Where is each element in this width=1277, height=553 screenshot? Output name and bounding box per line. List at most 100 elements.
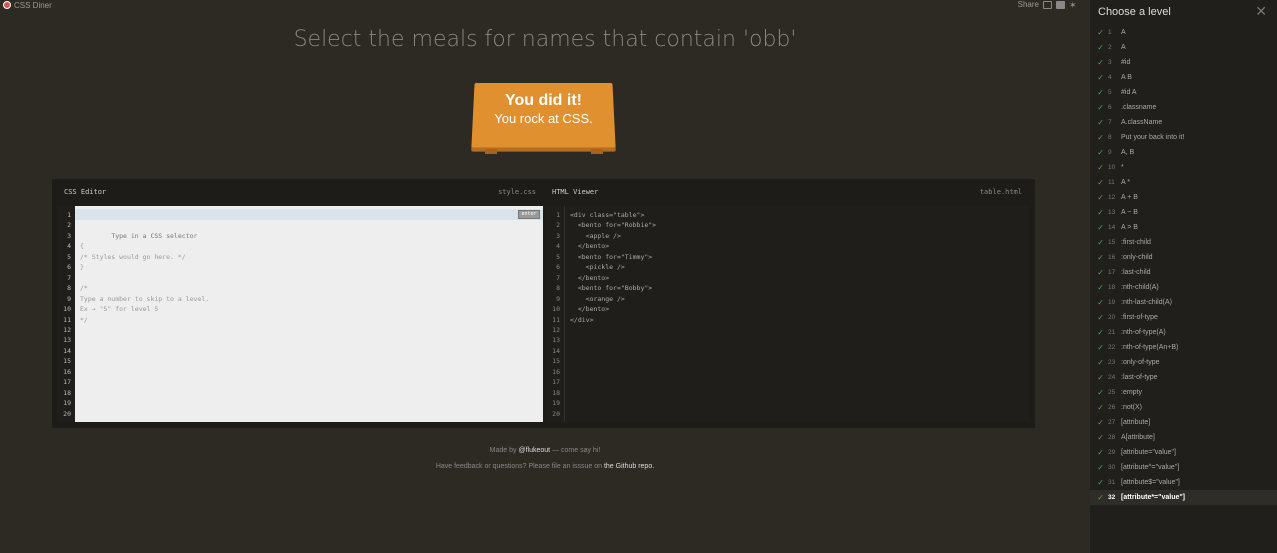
level-item[interactable]: ✓ 1 A xyxy=(1090,25,1277,40)
level-number: 5 xyxy=(1108,89,1112,96)
table-leg-right xyxy=(591,149,603,154)
level-name: A + B xyxy=(1121,194,1138,201)
level-item[interactable]: ✓ 21:nth-of-type(A) xyxy=(1090,325,1277,340)
enter-button[interactable]: enter xyxy=(518,210,540,219)
logo-icon xyxy=(3,1,11,9)
level-name: :last-child xyxy=(1121,269,1151,276)
check-icon: ✓ xyxy=(1097,73,1104,82)
level-number: 4 xyxy=(1108,74,1112,81)
check-icon: ✓ xyxy=(1097,193,1104,202)
level-number: 13 xyxy=(1108,209,1116,216)
logo[interactable]: CSS Diner xyxy=(3,0,52,10)
level-name: :first-child xyxy=(1121,239,1151,246)
level-item[interactable]: ✓ 7 A.className xyxy=(1090,115,1277,130)
level-item[interactable]: ✓ 5 #id A xyxy=(1090,85,1277,100)
check-icon: ✓ xyxy=(1097,43,1104,52)
level-item[interactable]: ✓ 4 A B xyxy=(1090,70,1277,85)
level-item[interactable]: ✓ 24:last-of-type xyxy=(1090,370,1277,385)
level-item[interactable]: ✓ 14 A > B xyxy=(1090,220,1277,235)
twitter-icon[interactable]: ✶ xyxy=(1069,0,1078,9)
level-item[interactable]: ✓ 29 [attribute="value"] xyxy=(1090,445,1277,460)
sidebar-title: Choose a level xyxy=(1098,6,1171,18)
level-sidebar: Choose a level ✕ ✓ 1 A ✓ 2 A ✓ 3 #id ✓ 4 A B ✓ 5 #id A… xyxy=(1090,0,1277,553)
level-item[interactable]: ✓ 26:not(X) xyxy=(1090,400,1277,415)
html-code-text[interactable]: <div class="table"> <bento for="Robbie">… xyxy=(565,206,1029,422)
css-editor-title: CSS Editor xyxy=(64,188,107,196)
level-name: [attribute^="value"] xyxy=(1121,464,1180,471)
level-item[interactable]: ✓ 10 * xyxy=(1090,160,1277,175)
check-icon: ✓ xyxy=(1097,28,1104,37)
level-item[interactable]: ✓ 6 .classname xyxy=(1090,100,1277,115)
check-icon: ✓ xyxy=(1097,133,1104,142)
level-name: * xyxy=(1121,164,1124,171)
table-leg-left xyxy=(485,149,497,154)
check-icon: ✓ xyxy=(1097,463,1104,472)
level-number: 23 xyxy=(1108,359,1116,366)
level-number: 31 xyxy=(1108,479,1116,486)
level-item[interactable]: ✓ 15:first-child xyxy=(1090,235,1277,250)
share-bar: Share ✶ xyxy=(1018,0,1078,9)
level-name: A ~ B xyxy=(1121,209,1138,216)
level-item[interactable]: ✓ 2 A xyxy=(1090,40,1277,55)
level-name: [attribute$="value"] xyxy=(1121,479,1180,486)
level-name: [attribute] xyxy=(1121,419,1151,426)
level-item[interactable]: ✓ 30 [attribute^="value"] xyxy=(1090,460,1277,475)
css-code-area: { /* Styles would go here. */ } /* Type … xyxy=(75,206,543,422)
level-item[interactable]: ✓ 11 A * xyxy=(1090,175,1277,190)
sign-line-1: You did it! xyxy=(504,92,582,109)
check-icon: ✓ xyxy=(1097,373,1104,382)
level-item[interactable]: ✓ 13 A ~ B xyxy=(1090,205,1277,220)
level-item[interactable]: ✓ 23:only-of-type xyxy=(1090,355,1277,370)
check-icon: ✓ xyxy=(1097,238,1104,247)
level-number: 32 xyxy=(1108,494,1116,501)
close-icon[interactable]: ✕ xyxy=(1255,4,1267,18)
level-item[interactable]: ✓ 31 [attribute$="value"] xyxy=(1090,475,1277,490)
level-item[interactable]: ✓ 3 #id xyxy=(1090,55,1277,70)
css-line-numbers: 1 2 3 4 5 6 7 8 9 10 11 12 13 14 15 16 1… xyxy=(57,206,75,422)
github-repo-link[interactable]: the Github repo. xyxy=(604,463,654,470)
level-item[interactable]: ✓ 28 A[attribute] xyxy=(1090,430,1277,445)
css-editor-file: style.css xyxy=(498,188,536,196)
level-number: 24 xyxy=(1108,374,1116,381)
level-item[interactable]: ✓ 32 [attribute*="value"] xyxy=(1090,490,1277,505)
level-item[interactable]: ✓ 9 A, B xyxy=(1090,145,1277,160)
level-item[interactable]: ✓ 19:nth-last-child(A) xyxy=(1090,295,1277,310)
selector-input[interactable] xyxy=(111,230,412,241)
level-number: 3 xyxy=(1108,59,1112,66)
level-number: 20 xyxy=(1108,314,1116,321)
level-name: :nth-of-type(A) xyxy=(1121,329,1166,336)
level-name: Put your back into it! xyxy=(1121,134,1185,141)
level-number: 25 xyxy=(1108,389,1116,396)
level-number: 16 xyxy=(1108,254,1116,261)
level-name: :nth-of-type(An+B) xyxy=(1121,344,1179,351)
css-editor-pane: CSS Editor style.css 1 2 3 4 5 6 7 8 9 1… xyxy=(57,179,543,428)
level-item[interactable]: ✓ 20 :first-of-type xyxy=(1090,310,1277,325)
check-icon: ✓ xyxy=(1097,88,1104,97)
mail-icon[interactable] xyxy=(1043,0,1052,9)
html-line-numbers: 1 2 3 4 5 6 7 8 9 10 11 12 13 14 15 16 1… xyxy=(545,206,565,422)
level-item[interactable]: ✓ 27 [attribute] xyxy=(1090,415,1277,430)
level-item[interactable]: ✓ 25:empty xyxy=(1090,385,1277,400)
level-item[interactable]: ✓ 16:only-child xyxy=(1090,250,1277,265)
level-name: A xyxy=(1121,29,1126,36)
check-icon: ✓ xyxy=(1097,478,1104,487)
level-item[interactable]: ✓ 8 Put your back into it! xyxy=(1090,130,1277,145)
level-item[interactable]: ✓ 22:nth-of-type(An+B) xyxy=(1090,340,1277,355)
level-name: A, B xyxy=(1121,149,1135,156)
level-item[interactable]: ✓ 12 A + B xyxy=(1090,190,1277,205)
level-number: 9 xyxy=(1108,149,1112,156)
footer-made-by-suffix: — come say hi! xyxy=(552,447,601,454)
level-name: :first-of-type xyxy=(1121,314,1158,321)
level-number: 29 xyxy=(1108,449,1116,456)
check-icon: ✓ xyxy=(1097,163,1104,172)
level-item[interactable]: ✓ 18:nth-child(A) xyxy=(1090,280,1277,295)
author-link[interactable]: @flukeout xyxy=(518,447,550,454)
check-icon: ✓ xyxy=(1097,313,1104,322)
check-icon: ✓ xyxy=(1097,223,1104,232)
order-instruction: Select the meals for names that contain … xyxy=(293,27,797,52)
check-icon: ✓ xyxy=(1097,343,1104,352)
css-editor-header: CSS Editor style.css xyxy=(57,179,543,205)
level-item[interactable]: ✓ 17:last-child xyxy=(1090,265,1277,280)
check-icon: ✓ xyxy=(1097,328,1104,337)
facebook-icon[interactable] xyxy=(1056,0,1065,9)
